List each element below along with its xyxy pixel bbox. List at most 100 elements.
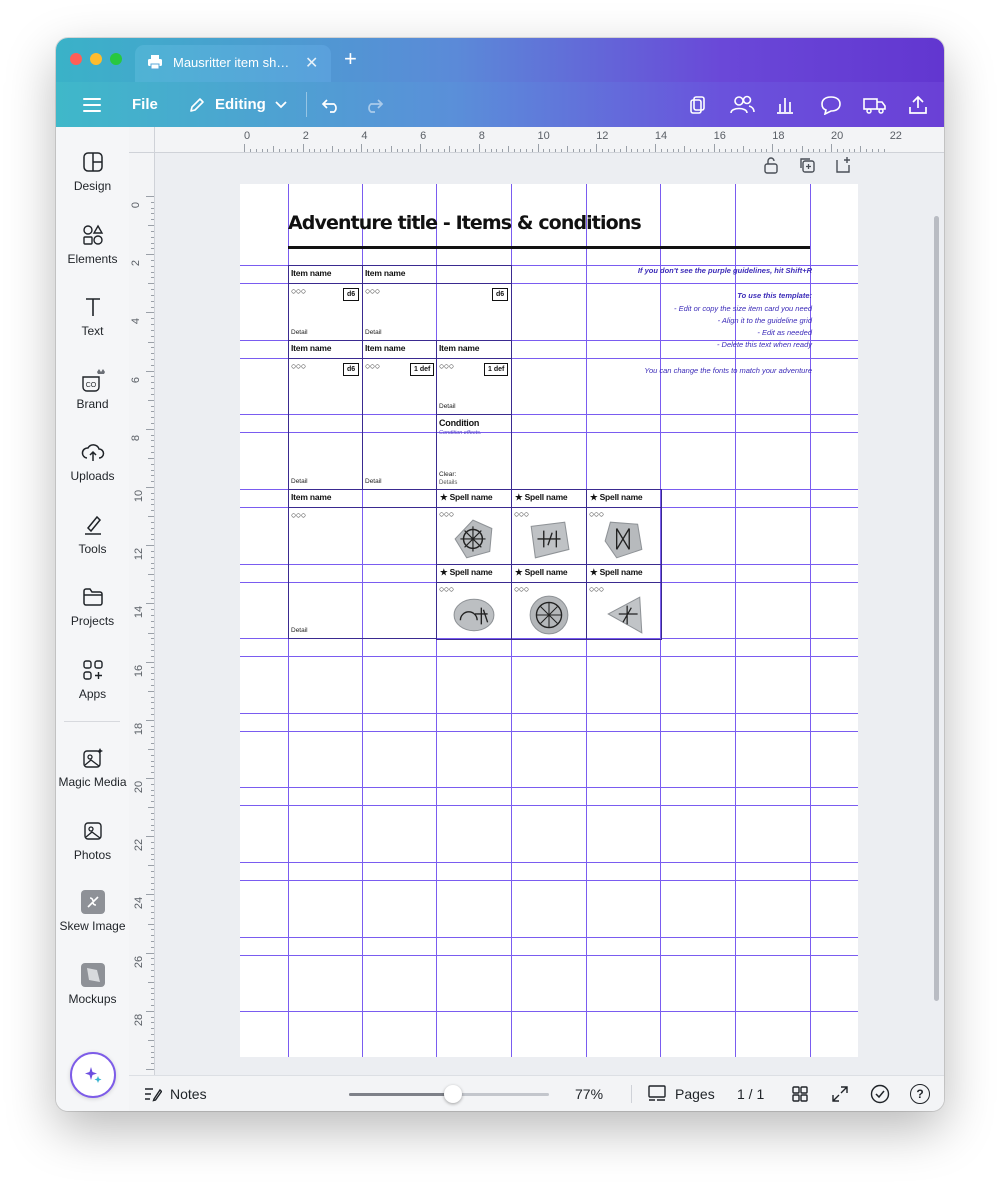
grid-view-icon[interactable] [791,1076,809,1111]
check-status-icon[interactable] [870,1076,890,1111]
sidebar-item-uploads[interactable]: Uploads [56,439,129,483]
item-card[interactable]: Item name ○○○ d6 Detail [362,265,512,341]
ruler-tick-label: 20 [831,130,844,142]
share-upload-icon[interactable] [908,82,928,127]
guideline-horizontal [240,731,858,732]
shapes-icon [56,222,129,248]
ruler-tick-label: 0 [244,130,251,142]
menu-icon[interactable] [83,82,101,127]
sidebar-item-elements[interactable]: Elements [56,222,129,266]
insights-chart-icon[interactable] [775,82,795,127]
page-count: 1 / 1 [737,1086,765,1102]
sidebar-item-tools[interactable]: Tools [56,512,129,556]
left-sidebar: Design Elements Text CO Brand Uploads To… [56,127,130,1111]
new-tab-button[interactable]: + [344,48,357,70]
spell-card[interactable]: ★ Spell name ○○○ [511,489,587,565]
fullscreen-icon[interactable] [831,1076,849,1111]
guideline-horizontal [240,805,858,806]
item-detail: Detail [291,627,308,634]
design-page[interactable]: Adventure title - Items & conditions Ite… [240,184,858,1057]
pages-icon [647,1085,667,1103]
spell-card[interactable]: ★ Spell name ○○○ [511,564,587,640]
svg-text:CO: CO [85,382,96,389]
guidelines-note[interactable]: If you don't see the purple guidelines, … [638,266,812,275]
pages-button[interactable]: Pages [647,1076,715,1111]
magic-assistant-button[interactable] [70,1052,116,1098]
template-step[interactable]: - Delete this text when ready [717,340,812,349]
sidebar-item-skew-image[interactable]: Skew Image [56,889,129,933]
notes-icon [144,1086,162,1102]
spell-card[interactable]: ★ Spell name ○○○ [436,564,512,640]
template-instructions-title[interactable]: To use this template: [737,291,812,300]
ruler-tick-label: 2 [302,130,309,142]
ruler-tick-label: 16 [133,664,146,677]
layout-icon [56,149,129,175]
vertical-scrollbar[interactable] [934,216,939,1001]
item-card[interactable]: Item name ○○○ 1 def Detail [436,340,512,415]
add-page-icon[interactable] [834,156,852,179]
minimize-window-button[interactable] [90,53,102,65]
template-step[interactable]: - Edit or copy the size item card you ne… [674,304,812,313]
comment-icon[interactable] [820,82,842,127]
guideline-horizontal [240,787,858,788]
delivery-truck-icon[interactable] [863,82,887,127]
spell-card[interactable]: ★ Spell name ○○○ [586,489,662,565]
ruler-tick-label: 0 [130,201,143,209]
app-window: Mausritter item sh… ✕ + File Editing Des… [56,38,944,1111]
undo-icon[interactable] [321,82,341,127]
ruler-tick-label: 6 [420,130,427,142]
item-detail: Detail [291,329,308,336]
spell-card[interactable]: ★ Spell name ○○○ [586,564,662,640]
ruler-tick-label: 20 [133,780,146,794]
close-window-button[interactable] [70,53,82,65]
sidebar-item-magic-media[interactable]: Magic Media [56,745,129,789]
usage-slots: ○○○ [291,286,306,296]
item-card[interactable]: Item name ○○○ 1 def Detail [362,340,437,490]
sidebar-item-projects[interactable]: Projects [56,584,129,628]
share-people-icon[interactable] [729,82,755,127]
editing-dropdown[interactable]: Editing [188,82,287,127]
lock-icon[interactable] [762,156,780,179]
copy-pages-icon[interactable] [688,82,708,127]
sidebar-item-brand[interactable]: CO Brand [56,367,129,411]
template-step[interactable]: - Align it to the guideline grid [718,316,812,325]
sidebar-item-design[interactable]: Design [56,149,129,193]
item-card[interactable]: Item name ○○○ d6 Detail [288,265,363,341]
document-title[interactable]: Adventure title - Items & conditions [288,212,642,234]
item-card[interactable]: Item name ○○○ d6 Detail [288,340,363,490]
help-button[interactable]: ? [910,1076,930,1111]
item-card[interactable]: Item name ○○○ Detail [288,489,437,639]
item-detail: Detail [439,403,456,410]
spell-name: ★ Spell name [515,567,568,577]
ruler-corner [129,127,155,153]
ruler-tick-label: 10 [133,489,146,503]
zoom-level[interactable]: 77% [575,1076,603,1111]
file-menu[interactable]: File [132,82,158,127]
condition-card[interactable]: Condition Condition effects. Clear: Deta… [436,414,512,490]
spell-card[interactable]: ★ Spell name ○○○ [436,489,512,565]
sidebar-item-apps[interactable]: Apps [56,657,129,701]
notes-button[interactable]: Notes [144,1076,207,1111]
sidebar-item-photos[interactable]: Photos [56,818,129,862]
sidebar-item-text[interactable]: Text [56,294,129,338]
sidebar-item-mockups[interactable]: Mockups [56,962,129,1006]
ruler-tick-label: 4 [130,318,143,325]
sidebar-divider [64,721,120,722]
fonts-note[interactable]: You can change the fonts to match your a… [644,366,812,375]
spell-name: ★ Spell name [440,567,493,577]
redo-icon[interactable] [364,82,384,127]
chevron-down-icon [275,100,287,109]
maximize-window-button[interactable] [110,53,122,65]
ruler-tick-label: 14 [654,130,668,142]
item-detail: Detail [365,329,382,336]
template-step[interactable]: - Edit as needed [757,328,812,337]
sidebar-item-label: Photos [73,848,112,862]
browser-tab[interactable]: Mausritter item sh… ✕ [135,45,331,82]
zoom-slider[interactable] [349,1085,549,1103]
guideline-horizontal [240,1011,858,1012]
pencil-icon [188,96,206,114]
zoom-slider-handle[interactable] [444,1085,462,1103]
tab-close-icon[interactable]: ✕ [305,53,318,73]
title-rule [288,246,810,249]
duplicate-page-icon[interactable] [798,156,816,179]
